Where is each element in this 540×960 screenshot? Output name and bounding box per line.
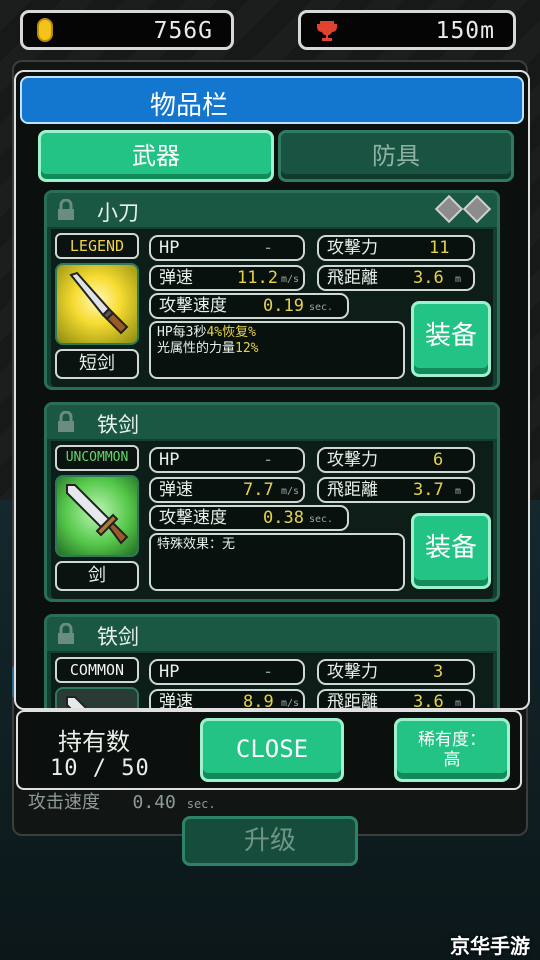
item-card-header: 小刀: [47, 193, 497, 227]
upgrade-button[interactable]: 升级: [182, 816, 358, 866]
trophy-icon: [317, 21, 337, 41]
rarity-badge: COMMON: [55, 657, 139, 683]
weapon-image: [55, 263, 139, 345]
stat-range: 飛距離 3.7 m: [317, 477, 475, 503]
stat-hp: HP -: [149, 447, 305, 473]
rarity-badge: UNCOMMON: [55, 445, 139, 471]
stat-range: 飛距離 3.6 m: [317, 265, 475, 291]
lock-icon[interactable]: [57, 411, 75, 433]
stat-attack-speed: 攻撃速度 0.19 sec.: [149, 293, 349, 319]
background-stat-text: 攻击速度 0.40 sec.: [28, 792, 216, 813]
item-name: 铁剑: [97, 625, 139, 649]
stat-attack: 攻撃力 11: [317, 235, 475, 261]
close-button[interactable]: CLOSE: [200, 718, 344, 782]
distance-value: 150m: [435, 18, 495, 44]
sword-icon: [66, 484, 129, 545]
tab-weapons[interactable]: 武器: [38, 130, 274, 182]
item-name: 铁剑: [97, 413, 139, 437]
gem-icon: [462, 194, 492, 224]
tab-armor[interactable]: 防具: [278, 130, 514, 182]
inventory-footer: 持有数 10 / 50 CLOSE 稀有度： 高: [16, 710, 522, 790]
stat-attack: 攻撃力 3: [317, 659, 475, 685]
gem-slots: [431, 194, 492, 224]
owned-count-value: 10 / 50: [50, 756, 150, 781]
item-description: HP每3秒4%恢复% 光属性的力量12%: [149, 321, 405, 379]
item-card-header: 铁剑: [47, 405, 497, 439]
equip-button[interactable]: 装备: [411, 301, 491, 377]
lock-icon[interactable]: [57, 199, 75, 221]
stat-bullet-speed: 弹速 7.7 m/s: [149, 477, 305, 503]
owned-count-label: 持有数: [58, 728, 130, 756]
stat-hp: HP -: [149, 235, 305, 261]
modal-title: 物品栏: [150, 91, 229, 121]
inventory-modal: 物品栏 武器 防具 小刀 LEGEND 短剑 HP - 攻撃力 11 弹速 11…: [14, 70, 530, 710]
stat-hp: HP -: [149, 659, 305, 685]
dagger-icon: [69, 271, 129, 335]
sort-rarity-button[interactable]: 稀有度： 高: [394, 718, 510, 782]
rarity-badge: LEGEND: [55, 233, 139, 259]
sword-icon: [66, 696, 88, 708]
equip-button[interactable]: 装备: [411, 513, 491, 589]
coin-icon: [37, 18, 53, 42]
lock-icon[interactable]: [57, 623, 75, 645]
gold-counter: 756G: [20, 10, 234, 50]
watermark-logo: 京华手游: [450, 934, 530, 958]
distance-counter: 150m: [298, 10, 516, 50]
item-description: 特殊效果：无: [149, 533, 405, 591]
stat-range: 飛距離 3.6 m: [317, 689, 475, 708]
gold-value: 756G: [153, 18, 213, 44]
title-bar: 物品栏: [20, 76, 524, 124]
weapon-type: 剑: [55, 561, 139, 591]
item-card-header: 铁剑: [47, 617, 497, 651]
item-card: 铁剑 COMMON HP - 攻撃力 3 弹速 8.9 m/s 飛距離 3.6 …: [44, 614, 500, 708]
stat-attack-speed: 攻撃速度 0.38 sec.: [149, 505, 349, 531]
stat-bullet-speed: 弹速 11.2 m/s: [149, 265, 305, 291]
stat-attack: 攻撃力 6: [317, 447, 475, 473]
weapon-image: [55, 687, 139, 708]
item-card: 小刀 LEGEND 短剑 HP - 攻撃力 11 弹速 11.2 m/s 飛距離…: [44, 190, 500, 390]
stat-bullet-speed: 弹速 8.9 m/s: [149, 689, 305, 708]
weapon-type: 短剑: [55, 349, 139, 379]
gem-icon: [434, 194, 464, 224]
item-card: 铁剑 UNCOMMON 剑 HP - 攻撃力 6 弹速 7.7 m/s 飛距離 …: [44, 402, 500, 602]
weapon-image: [55, 475, 139, 557]
item-name: 小刀: [97, 201, 139, 225]
item-list[interactable]: 小刀 LEGEND 短剑 HP - 攻撃力 11 弹速 11.2 m/s 飛距離…: [44, 190, 500, 708]
